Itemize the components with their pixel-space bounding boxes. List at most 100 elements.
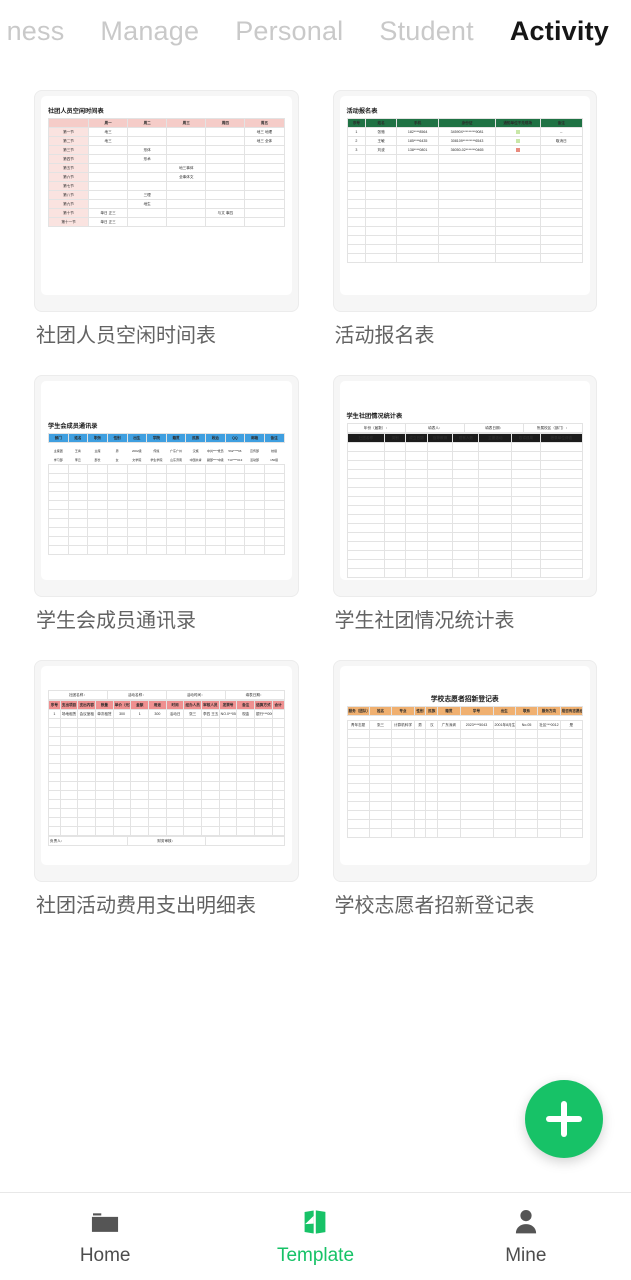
- col-head: 社团名称: [346, 433, 386, 444]
- table-row: [346, 541, 584, 552]
- col-head: 数量: [95, 700, 114, 710]
- nav-item-mine[interactable]: Mine: [421, 1193, 631, 1280]
- tab-student[interactable]: Student: [379, 16, 473, 47]
- template-card[interactable]: 学校志愿者招新登记表 服务（团队） 姓名 专业 性别 民族 籍贯 学号 出生 联…: [332, 660, 597, 939]
- template-card[interactable]: 社团名称： 活动名称： 活动时间： 填表日期： 序号 支出项目 支出内容 数量: [34, 660, 299, 939]
- add-button[interactable]: [525, 1080, 603, 1158]
- cell: 地三事体: [166, 163, 207, 174]
- sheet-title: 学生社团情况统计表: [346, 413, 403, 420]
- cell: 1: [346, 127, 367, 138]
- table-row: 第六节 全事体文: [47, 172, 285, 183]
- template-card[interactable]: 学生社团情况统计表 年份（届数）： 填表人： 填表日期： 所属校区（部门）： 社…: [332, 375, 597, 654]
- table-row: 1 场地租赁 会议室租 单次租赁 300 1 300 活动日 张三 李四 王五 …: [48, 709, 285, 719]
- mini-topnotes-table: 社团名称： 活动名称： 活动时间： 填表日期：: [48, 690, 285, 700]
- cell: 张三: [368, 720, 393, 731]
- cell: 3: [346, 145, 367, 156]
- template-thumbnail[interactable]: 学生社团情况统计表 年份（届数）： 填表人： 填表日期： 所属校区（部门）： 社…: [332, 375, 597, 597]
- nav-item-template[interactable]: Template: [210, 1193, 420, 1280]
- row-head: 第三节: [47, 145, 90, 156]
- cell: 单日 正三: [88, 217, 129, 228]
- cell: [166, 208, 207, 219]
- col-head: 政治: [205, 433, 226, 444]
- col-head: 是否有志愿经历: [559, 706, 584, 717]
- cell: [127, 163, 168, 174]
- category-tab-bar[interactable]: ness Manage Personal Student Activity: [0, 0, 631, 62]
- cell: 会议室租: [77, 709, 97, 719]
- template-card[interactable]: 社团人员空闲时间表 周一 周二 周三 周四 周五 第一节 地三 地三 地理 第二节地…: [34, 90, 299, 369]
- cell: [88, 190, 129, 201]
- cell: 现金: [236, 709, 255, 719]
- template-card[interactable]: 学生会成员通讯录 部门 姓名 职务 性别 出生 学院 籍贯 民族 政治 QQ 邮…: [34, 375, 299, 654]
- cell: [205, 154, 246, 165]
- col-head: 职务: [87, 433, 108, 444]
- cell: 2: [346, 136, 367, 147]
- col-head: 服务（团队）: [346, 706, 370, 717]
- cell: [166, 181, 207, 192]
- cell: 王敏: [365, 136, 397, 147]
- sheet-title: 活动报名表: [346, 108, 378, 115]
- topnote-row: 社团名称： 活动名称： 活动时间： 填表日期：: [48, 690, 285, 700]
- status-dot-red: [515, 147, 520, 152]
- template-icon: [305, 1210, 326, 1234]
- template-caption: 活动报名表: [334, 325, 435, 347]
- table-row: [48, 763, 285, 773]
- mini-table: 服务（团队） 姓名 专业 性别 民族 籍贯 学号 出生 联系 服务方向 是否有志…: [346, 706, 584, 839]
- sheet-preview: 社团人员空闲时间表 周一 周二 周三 周四 周五 第一节 地三 地三 地理 第二节地…: [41, 96, 292, 295]
- table-row: [346, 523, 584, 534]
- cell: [127, 208, 168, 219]
- template-card[interactable]: 活动报名表 序号 姓名 手机 身份证 通知单位不兑现场 备注 1 张驰 182***…: [332, 90, 597, 369]
- footnote-row: 负责人： 财务审核：: [48, 836, 285, 846]
- cell: 张三: [183, 709, 203, 719]
- cell: [205, 217, 246, 228]
- cell: 34590X*********9081: [438, 127, 496, 138]
- table-row: 第五节 地三事体: [47, 163, 285, 174]
- tab-business[interactable]: ness: [7, 16, 65, 47]
- col-head: 学号: [459, 706, 494, 717]
- cell: 形体: [127, 145, 168, 156]
- sheet-title: 学校志愿者招新登记表: [430, 696, 499, 703]
- table-row: 第三节 形体: [47, 145, 285, 156]
- table-header-row: 服务（团队） 姓名 专业 性别 民族 籍贯 学号 出生 联系 服务方向 是否有志…: [346, 706, 584, 717]
- cell: [88, 163, 129, 174]
- template-thumbnail[interactable]: 学生会成员通讯录 部门 姓名 职务 性别 出生 学院 籍贯 民族 政治 QQ 邮…: [34, 375, 299, 597]
- cell: [539, 145, 584, 156]
- table-row: [48, 518, 285, 529]
- status-dot-green: [515, 138, 520, 143]
- sheet-preview: 活动报名表 序号 姓名 手机 身份证 通知单位不兑现场 备注 1 张驰 182***…: [339, 96, 590, 295]
- table-row: 第一节 地三 地三 地理: [47, 127, 285, 138]
- template-thumbnail[interactable]: 学校志愿者招新登记表 服务（团队） 姓名 专业 性别 民族 籍贯 学号 出生 联…: [332, 660, 597, 882]
- tab-personal[interactable]: Personal: [235, 16, 343, 47]
- cell: 计算机科学: [391, 720, 415, 731]
- table-row: [346, 774, 584, 785]
- table-row: [346, 478, 584, 489]
- cell: [88, 145, 129, 156]
- template-caption: 社团活动费用支出明细表: [36, 895, 256, 917]
- cell: 2023****5043: [459, 720, 494, 731]
- template-thumbnail[interactable]: 活动报名表 序号 姓名 手机 身份证 通知单位不兑现场 备注 1 张驰 182***…: [332, 90, 597, 312]
- cell: 2002级: [131, 449, 142, 454]
- col-head: 姓名: [67, 433, 89, 444]
- table-row: [346, 163, 584, 174]
- cell: 地三: [88, 136, 129, 147]
- table-row: [346, 550, 584, 561]
- col-head: 邮箱: [244, 433, 265, 444]
- cell: [244, 199, 285, 210]
- col-head: 经办人员: [183, 700, 203, 710]
- tab-activity[interactable]: Activity: [510, 16, 609, 47]
- cell: 部长: [94, 458, 101, 463]
- cell: 300: [148, 709, 167, 719]
- table-header-row: 部门 姓名 职务 性别 出生 学院 籍贯 民族 政治 QQ 邮箱 备注: [48, 433, 285, 444]
- cell: [88, 172, 129, 183]
- subheader: 年份（届数）：: [346, 423, 407, 434]
- topnote: 社团名称：: [48, 690, 108, 700]
- cell: 宣传部: [250, 449, 260, 454]
- table-row: [346, 451, 584, 462]
- table-row: [48, 772, 285, 782]
- tab-manage[interactable]: Manage: [100, 16, 199, 47]
- cell: [166, 136, 207, 147]
- template-thumbnail[interactable]: 社团名称： 活动名称： 活动时间： 填表日期： 序号 支出项目 支出内容 数量: [34, 660, 299, 882]
- mini-footnotes-table: 负责人： 财务审核：: [48, 836, 285, 846]
- nav-item-home[interactable]: Home: [0, 1193, 210, 1280]
- col-head: 姓名: [365, 118, 397, 129]
- template-thumbnail[interactable]: 社团人员空闲时间表 周一 周二 周三 周四 周五 第一节 地三 地三 地理 第二节地…: [34, 90, 299, 312]
